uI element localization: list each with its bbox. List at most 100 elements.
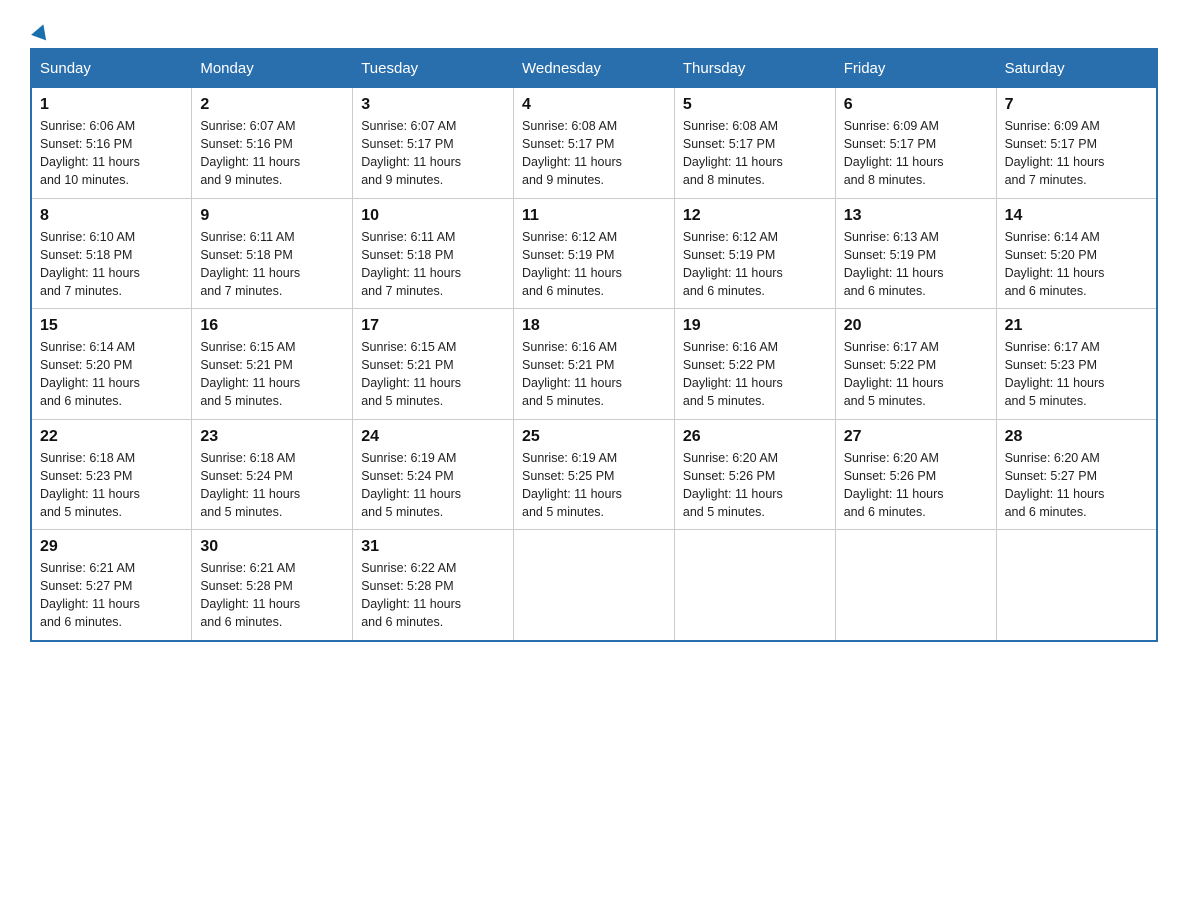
- day-info: Sunrise: 6:22 AMSunset: 5:28 PMDaylight:…: [361, 559, 505, 632]
- day-number: 14: [1005, 207, 1148, 225]
- calendar-week-5: 29 Sunrise: 6:21 AMSunset: 5:27 PMDayligh…: [31, 530, 1157, 641]
- weekday-header-monday: Monday: [192, 49, 353, 88]
- page-header: [30, 20, 1158, 38]
- calendar-cell: 6 Sunrise: 6:09 AMSunset: 5:17 PMDaylight…: [835, 88, 996, 199]
- day-number: 7: [1005, 96, 1148, 114]
- calendar-cell: 24 Sunrise: 6:19 AMSunset: 5:24 PMDayligh…: [353, 419, 514, 530]
- day-info: Sunrise: 6:21 AMSunset: 5:27 PMDaylight:…: [40, 559, 183, 632]
- day-info: Sunrise: 6:11 AMSunset: 5:18 PMDaylight:…: [200, 228, 344, 301]
- day-number: 5: [683, 96, 827, 114]
- day-info: Sunrise: 6:12 AMSunset: 5:19 PMDaylight:…: [683, 228, 827, 301]
- weekday-header-sunday: Sunday: [31, 49, 192, 88]
- calendar-week-4: 22 Sunrise: 6:18 AMSunset: 5:23 PMDayligh…: [31, 419, 1157, 530]
- calendar-cell: 17 Sunrise: 6:15 AMSunset: 5:21 PMDayligh…: [353, 309, 514, 420]
- day-number: 24: [361, 428, 505, 446]
- calendar-cell: 9 Sunrise: 6:11 AMSunset: 5:18 PMDaylight…: [192, 198, 353, 309]
- day-info: Sunrise: 6:06 AMSunset: 5:16 PMDaylight:…: [40, 117, 183, 190]
- calendar-week-1: 1 Sunrise: 6:06 AMSunset: 5:16 PMDaylight…: [31, 88, 1157, 199]
- calendar-header: SundayMondayTuesdayWednesdayThursdayFrid…: [31, 49, 1157, 88]
- day-number: 19: [683, 317, 827, 335]
- day-number: 23: [200, 428, 344, 446]
- calendar-cell: 18 Sunrise: 6:16 AMSunset: 5:21 PMDayligh…: [514, 309, 675, 420]
- calendar-cell: 22 Sunrise: 6:18 AMSunset: 5:23 PMDayligh…: [31, 419, 192, 530]
- logo-general-text: [30, 30, 49, 38]
- calendar-cell: [514, 530, 675, 641]
- weekday-header-tuesday: Tuesday: [353, 49, 514, 88]
- day-info: Sunrise: 6:16 AMSunset: 5:21 PMDaylight:…: [522, 338, 666, 411]
- calendar-cell: 20 Sunrise: 6:17 AMSunset: 5:22 PMDayligh…: [835, 309, 996, 420]
- day-info: Sunrise: 6:20 AMSunset: 5:26 PMDaylight:…: [683, 449, 827, 522]
- calendar-table: SundayMondayTuesdayWednesdayThursdayFrid…: [30, 48, 1158, 642]
- calendar-cell: 8 Sunrise: 6:10 AMSunset: 5:18 PMDaylight…: [31, 198, 192, 309]
- day-info: Sunrise: 6:19 AMSunset: 5:24 PMDaylight:…: [361, 449, 505, 522]
- day-number: 18: [522, 317, 666, 335]
- day-number: 20: [844, 317, 988, 335]
- calendar-cell: [996, 530, 1157, 641]
- day-info: Sunrise: 6:20 AMSunset: 5:27 PMDaylight:…: [1005, 449, 1148, 522]
- day-number: 30: [200, 538, 344, 556]
- calendar-cell: [674, 530, 835, 641]
- calendar-cell: 30 Sunrise: 6:21 AMSunset: 5:28 PMDayligh…: [192, 530, 353, 641]
- weekday-header-thursday: Thursday: [674, 49, 835, 88]
- day-info: Sunrise: 6:07 AMSunset: 5:17 PMDaylight:…: [361, 117, 505, 190]
- calendar-cell: 12 Sunrise: 6:12 AMSunset: 5:19 PMDayligh…: [674, 198, 835, 309]
- day-number: 9: [200, 207, 344, 225]
- day-number: 11: [522, 207, 666, 225]
- day-info: Sunrise: 6:08 AMSunset: 5:17 PMDaylight:…: [683, 117, 827, 190]
- day-number: 4: [522, 96, 666, 114]
- calendar-body: 1 Sunrise: 6:06 AMSunset: 5:16 PMDaylight…: [31, 88, 1157, 641]
- day-number: 6: [844, 96, 988, 114]
- calendar-week-2: 8 Sunrise: 6:10 AMSunset: 5:18 PMDaylight…: [31, 198, 1157, 309]
- day-number: 21: [1005, 317, 1148, 335]
- calendar-cell: 19 Sunrise: 6:16 AMSunset: 5:22 PMDayligh…: [674, 309, 835, 420]
- calendar-cell: 27Sunrise: 6:20 AMSunset: 5:26 PMDayligh…: [835, 419, 996, 530]
- day-info: Sunrise: 6:09 AMSunset: 5:17 PMDaylight:…: [1005, 117, 1148, 190]
- day-info: Sunrise: 6:17 AMSunset: 5:22 PMDaylight:…: [844, 338, 988, 411]
- day-number: 10: [361, 207, 505, 225]
- calendar-cell: 4Sunrise: 6:08 AMSunset: 5:17 PMDaylight…: [514, 88, 675, 199]
- calendar-cell: 11 Sunrise: 6:12 AMSunset: 5:19 PMDayligh…: [514, 198, 675, 309]
- day-number: 26: [683, 428, 827, 446]
- day-number: 28: [1005, 428, 1148, 446]
- day-info: Sunrise: 6:18 AMSunset: 5:24 PMDaylight:…: [200, 449, 344, 522]
- calendar-cell: 16 Sunrise: 6:15 AMSunset: 5:21 PMDayligh…: [192, 309, 353, 420]
- calendar-cell: 7 Sunrise: 6:09 AMSunset: 5:17 PMDaylight…: [996, 88, 1157, 199]
- day-info: Sunrise: 6:10 AMSunset: 5:18 PMDaylight:…: [40, 228, 183, 301]
- calendar-week-3: 15Sunrise: 6:14 AMSunset: 5:20 PMDayligh…: [31, 309, 1157, 420]
- calendar-cell: 2Sunrise: 6:07 AMSunset: 5:16 PMDaylight…: [192, 88, 353, 199]
- day-number: 31: [361, 538, 505, 556]
- day-number: 29: [40, 538, 183, 556]
- calendar-cell: 1 Sunrise: 6:06 AMSunset: 5:16 PMDaylight…: [31, 88, 192, 199]
- day-info: Sunrise: 6:14 AMSunset: 5:20 PMDaylight:…: [1005, 228, 1148, 301]
- day-info: Sunrise: 6:11 AMSunset: 5:18 PMDaylight:…: [361, 228, 505, 301]
- calendar-cell: 15Sunrise: 6:14 AMSunset: 5:20 PMDayligh…: [31, 309, 192, 420]
- day-info: Sunrise: 6:07 AMSunset: 5:16 PMDaylight:…: [200, 117, 344, 190]
- day-info: Sunrise: 6:13 AMSunset: 5:19 PMDaylight:…: [844, 228, 988, 301]
- calendar-cell: 28 Sunrise: 6:20 AMSunset: 5:27 PMDayligh…: [996, 419, 1157, 530]
- calendar-cell: 21Sunrise: 6:17 AMSunset: 5:23 PMDayligh…: [996, 309, 1157, 420]
- day-info: Sunrise: 6:18 AMSunset: 5:23 PMDaylight:…: [40, 449, 183, 522]
- calendar-cell: 29 Sunrise: 6:21 AMSunset: 5:27 PMDayligh…: [31, 530, 192, 641]
- day-info: Sunrise: 6:15 AMSunset: 5:21 PMDaylight:…: [200, 338, 344, 411]
- day-number: 17: [361, 317, 505, 335]
- logo-triangle-icon: [31, 22, 51, 41]
- calendar-cell: 31 Sunrise: 6:22 AMSunset: 5:28 PMDayligh…: [353, 530, 514, 641]
- day-number: 1: [40, 96, 183, 114]
- weekday-header-friday: Friday: [835, 49, 996, 88]
- day-info: Sunrise: 6:12 AMSunset: 5:19 PMDaylight:…: [522, 228, 666, 301]
- day-number: 16: [200, 317, 344, 335]
- day-number: 25: [522, 428, 666, 446]
- calendar-cell: 14 Sunrise: 6:14 AMSunset: 5:20 PMDayligh…: [996, 198, 1157, 309]
- logo: [30, 30, 49, 38]
- day-number: 8: [40, 207, 183, 225]
- day-info: Sunrise: 6:21 AMSunset: 5:28 PMDaylight:…: [200, 559, 344, 632]
- day-info: Sunrise: 6:09 AMSunset: 5:17 PMDaylight:…: [844, 117, 988, 190]
- calendar-cell: 3Sunrise: 6:07 AMSunset: 5:17 PMDaylight…: [353, 88, 514, 199]
- day-number: 22: [40, 428, 183, 446]
- day-number: 12: [683, 207, 827, 225]
- calendar-cell: 23 Sunrise: 6:18 AMSunset: 5:24 PMDayligh…: [192, 419, 353, 530]
- day-number: 27: [844, 428, 988, 446]
- day-info: Sunrise: 6:16 AMSunset: 5:22 PMDaylight:…: [683, 338, 827, 411]
- calendar-cell: 13Sunrise: 6:13 AMSunset: 5:19 PMDayligh…: [835, 198, 996, 309]
- day-info: Sunrise: 6:15 AMSunset: 5:21 PMDaylight:…: [361, 338, 505, 411]
